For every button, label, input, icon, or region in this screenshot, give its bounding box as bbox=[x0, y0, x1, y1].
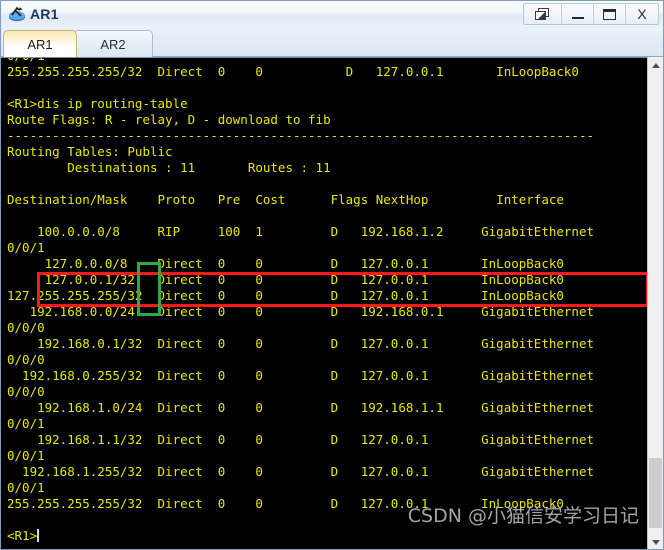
terminal-output[interactable]: 0/0/1255.255.255.255/32 Direct 0 0 D 127… bbox=[1, 58, 647, 549]
vertical-scrollbar[interactable] bbox=[647, 57, 663, 549]
terminal-line: 192.168.1.0/24 Direct 0 0 D 192.168.1.1 … bbox=[7, 400, 594, 415]
terminal-line: 127.0.0.0/8 Direct 0 0 D 127.0.0.1 InLoo… bbox=[7, 256, 564, 271]
terminal-line: 0/0/1 bbox=[7, 416, 45, 431]
scroll-down-button[interactable] bbox=[648, 534, 663, 549]
terminal-line: 192.168.1.1/32 Direct 0 0 D 127.0.0.1 Gi… bbox=[7, 432, 594, 447]
minimize-icon bbox=[571, 17, 584, 19]
router-icon bbox=[6, 4, 28, 24]
terminal-line: 192.168.0.255/32 Direct 0 0 D 127.0.0.1 … bbox=[7, 368, 594, 383]
terminal-line: 0/0/0 bbox=[7, 352, 45, 367]
terminal-line: 192.168.0.0/24 Direct 0 0 D 192.168.0.1 … bbox=[7, 304, 594, 319]
scrollbar-track[interactable] bbox=[648, 73, 663, 534]
window-title: AR1 bbox=[30, 6, 59, 22]
maximize-icon bbox=[603, 8, 616, 20]
close-button[interactable]: X bbox=[626, 4, 658, 24]
terminal-line: 100.0.0.0/8 RIP 100 1 D 192.168.1.2 Giga… bbox=[7, 224, 594, 239]
terminal-line: 0/0/0 bbox=[7, 384, 45, 399]
tab-ar2-label: AR2 bbox=[100, 36, 126, 52]
terminal-text: 0/0/1255.255.255.255/32 Direct 0 0 D 127… bbox=[7, 58, 594, 544]
terminal-line: Destination/Mask Proto Pre Cost Flags Ne… bbox=[7, 192, 564, 207]
tab-bar: AR1 AR2 bbox=[1, 27, 663, 57]
terminal-window: AR1 X AR1 AR2 0 bbox=[0, 0, 664, 550]
close-icon: X bbox=[637, 6, 647, 22]
terminal-line: 0/0/0 bbox=[7, 320, 45, 335]
tab-ar2[interactable]: AR2 bbox=[73, 30, 153, 57]
terminal-line: <R1> bbox=[7, 528, 40, 543]
terminal-line: 0/0/1 bbox=[7, 240, 45, 255]
title-bar: AR1 X bbox=[1, 1, 663, 27]
scrollbar-thumb[interactable] bbox=[649, 458, 662, 528]
terminal-line: 0/0/1 bbox=[7, 480, 45, 495]
terminal-line: <R1>dis ip routing-table bbox=[7, 96, 188, 111]
terminal-line: 0/0/1 bbox=[7, 448, 45, 463]
terminal-line: 127.255.255.255/32 Direct 0 0 D 127.0.0.… bbox=[7, 288, 564, 303]
terminal-line: ----------------------------------------… bbox=[7, 128, 594, 143]
terminal-line: 192.168.1.255/32 Direct 0 0 D 127.0.0.1 … bbox=[7, 464, 594, 479]
minimize-button[interactable] bbox=[562, 4, 594, 24]
terminal-line: 255.255.255.255/32 Direct 0 0 D 127.0.0.… bbox=[7, 496, 564, 511]
terminal-line: 127.0.0.1/32 Direct 0 0 D 127.0.0.1 InLo… bbox=[7, 272, 564, 287]
restore-icon bbox=[535, 7, 550, 21]
maximize-button[interactable] bbox=[594, 4, 626, 24]
tab-ar1-label: AR1 bbox=[27, 36, 53, 52]
scroll-up-button[interactable] bbox=[648, 57, 663, 73]
terminal-line: Routing Tables: Public bbox=[7, 144, 173, 159]
terminal-line: 255.255.255.255/32 Direct 0 0 D 127.0.0.… bbox=[7, 64, 579, 79]
terminal-line: Route Flags: R - relay, D - download to … bbox=[7, 112, 331, 127]
terminal-cursor bbox=[37, 529, 40, 542]
window-controls: X bbox=[523, 3, 659, 25]
tab-ar1[interactable]: AR1 bbox=[3, 30, 77, 57]
restore-down-button[interactable] bbox=[524, 4, 562, 24]
terminal-line: 192.168.0.1/32 Direct 0 0 D 127.0.0.1 Gi… bbox=[7, 336, 594, 351]
terminal-line: Destinations : 11 Routes : 11 bbox=[7, 160, 331, 175]
scroll-down-icon bbox=[651, 539, 660, 545]
scroll-up-icon bbox=[651, 62, 660, 68]
terminal-panel[interactable]: 0/0/1255.255.255.255/32 Direct 0 0 D 127… bbox=[1, 57, 663, 549]
